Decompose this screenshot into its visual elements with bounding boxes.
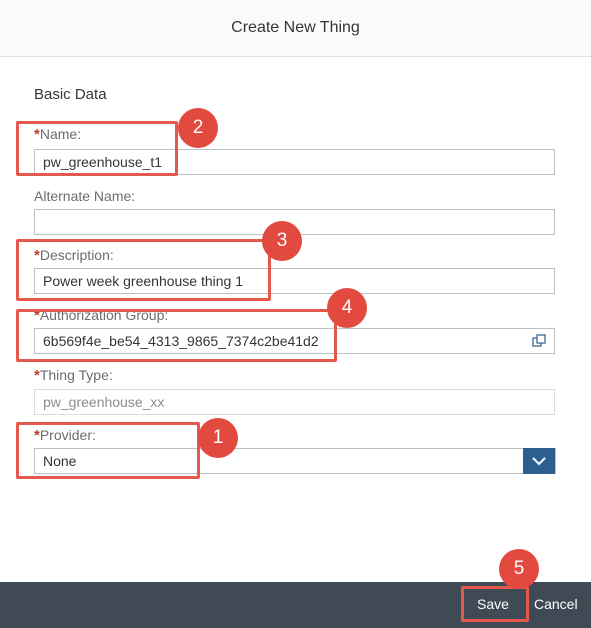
dialog-header: Create New Thing xyxy=(0,0,591,57)
provider-dropdown-button[interactable] xyxy=(523,448,555,474)
highlight-description xyxy=(16,239,271,301)
callout-badge-3: 3 xyxy=(263,222,301,260)
section-title: Basic Data xyxy=(34,86,107,103)
callout-badge-1: 1 xyxy=(199,419,237,457)
highlight-provider xyxy=(16,422,200,479)
cancel-button[interactable]: Cancel xyxy=(530,582,582,626)
highlight-name xyxy=(16,121,178,176)
callout-badge-2: 2 xyxy=(179,109,217,147)
thing-type-input[interactable]: pw_greenhouse_xx xyxy=(34,389,555,415)
value-help-icon[interactable] xyxy=(532,334,546,348)
highlight-authorization-group xyxy=(16,309,337,362)
dialog-title: Create New Thing xyxy=(231,19,360,36)
alternate-name-label: Alternate Name: xyxy=(34,188,136,204)
chevron-down-icon xyxy=(532,456,546,465)
highlight-save xyxy=(461,586,529,622)
callout-badge-5: 5 xyxy=(500,550,538,588)
thing-type-label: *Thing Type: xyxy=(34,367,113,384)
callout-badge-4: 4 xyxy=(328,289,366,327)
